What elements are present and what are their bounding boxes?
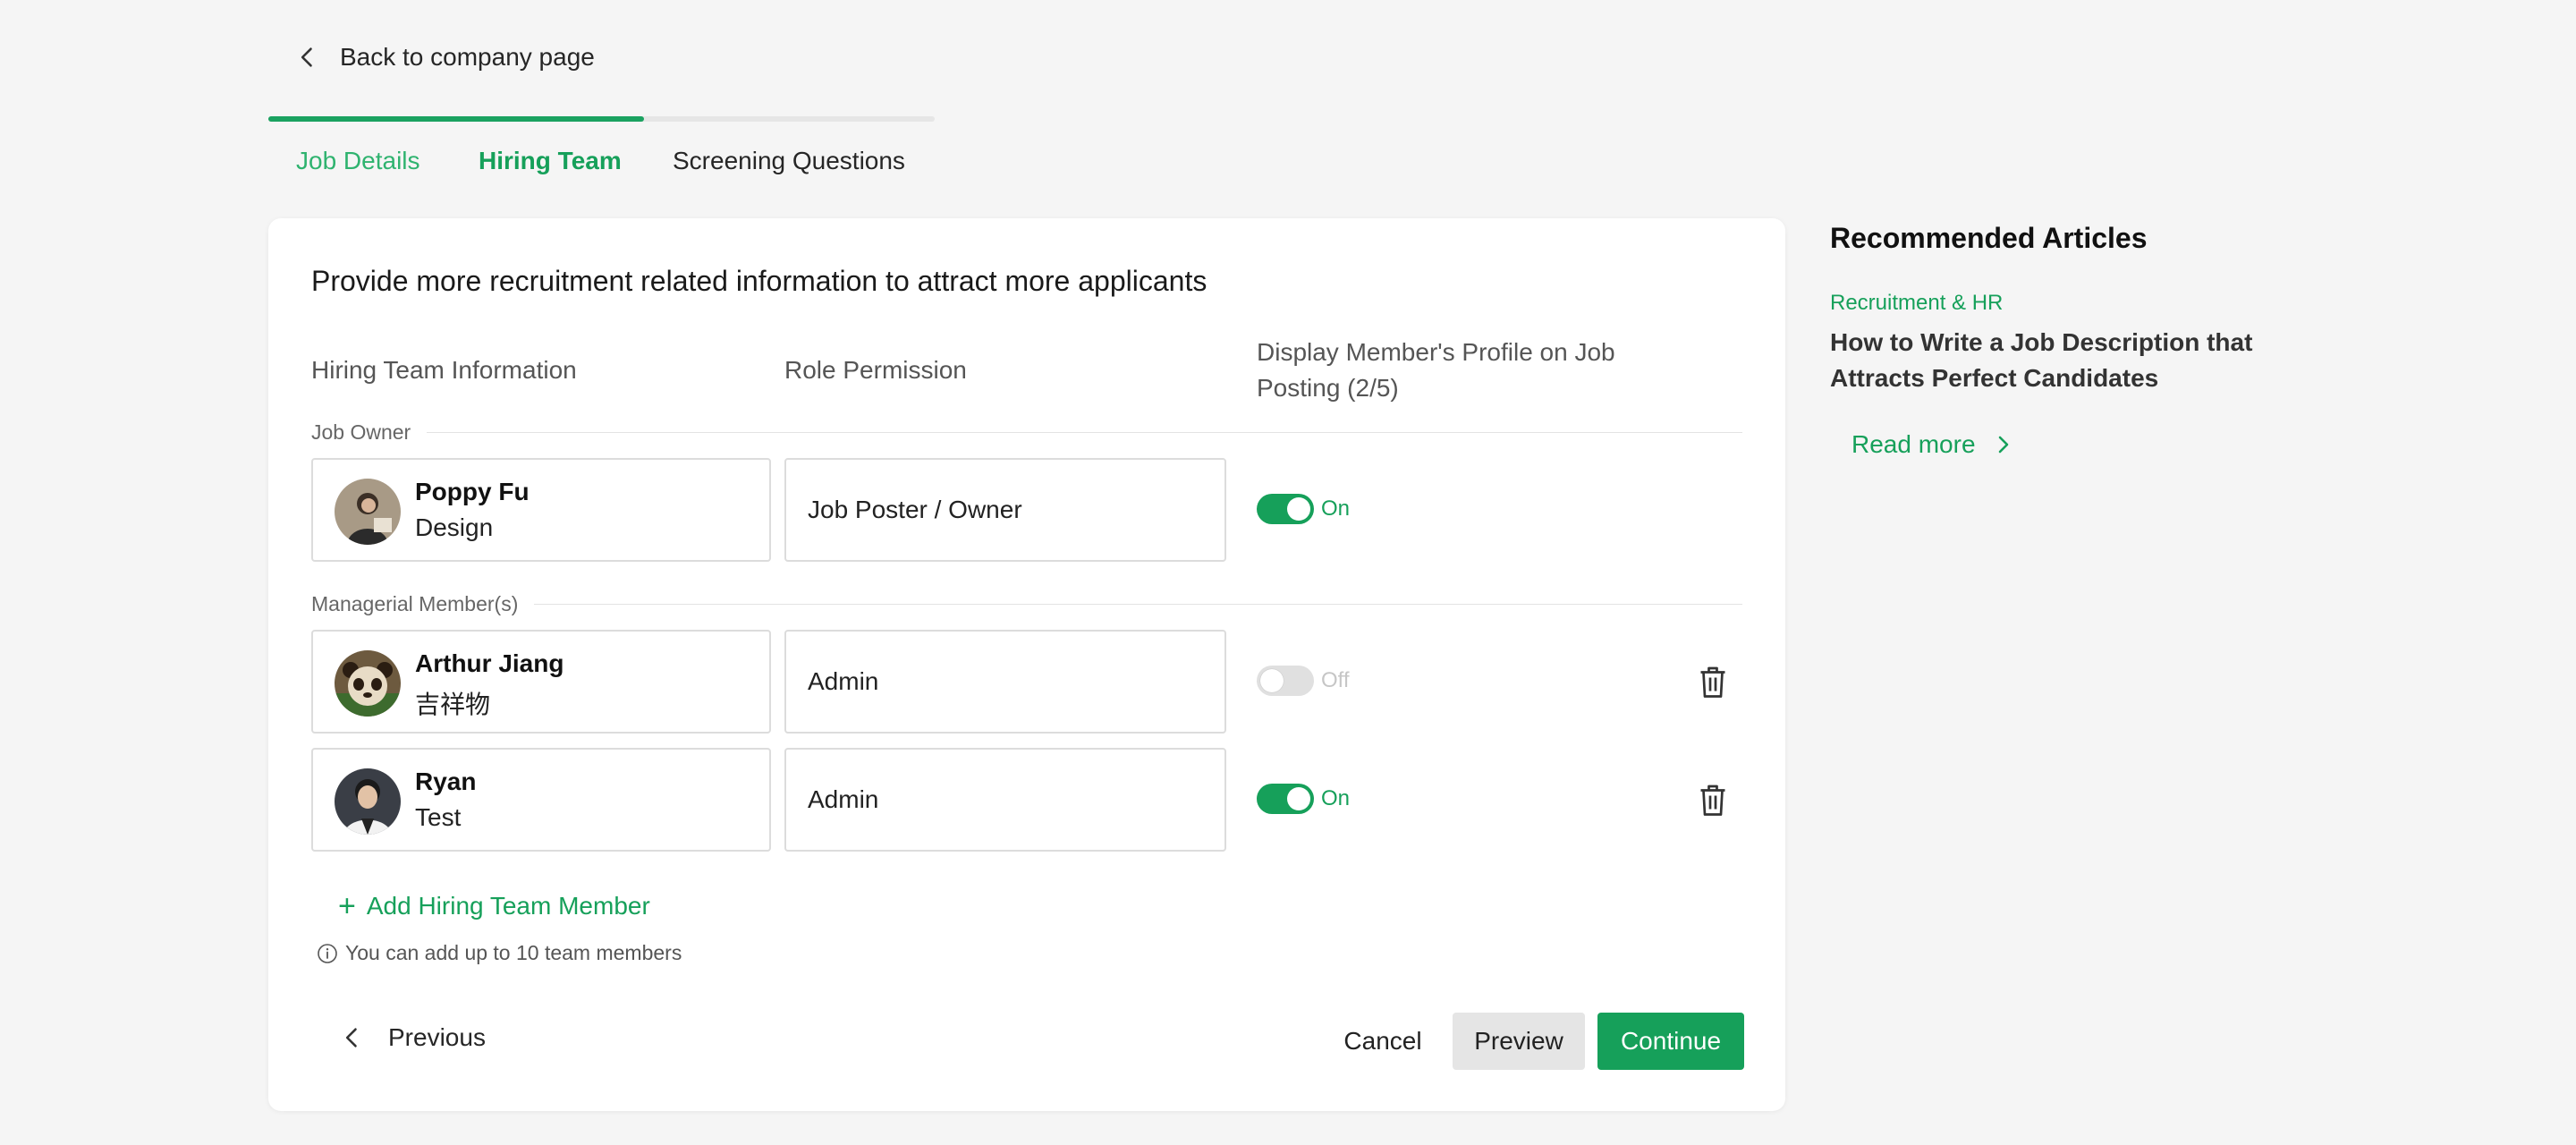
toggle-switch[interactable] [1257, 784, 1314, 814]
trash-icon[interactable] [1697, 664, 1729, 700]
add-hiring-team-member-button[interactable]: + Add Hiring Team Member [338, 891, 650, 921]
job-owner-section-label: Job Owner [311, 420, 1742, 445]
section-divider [534, 604, 1742, 605]
tab-hiring-team[interactable]: Hiring Team [479, 147, 622, 175]
managerial-section-label: Managerial Member(s) [311, 592, 1742, 616]
toggle-label: On [1321, 496, 1351, 521]
member-name: Ryan [415, 768, 477, 795]
member-row: Arthur Jiang 吉祥物 Admin Off [311, 630, 1742, 734]
step-tabs: Job Details Hiring Team Screening Questi… [268, 122, 935, 175]
toggle-switch[interactable] [1257, 666, 1314, 696]
owner-row: Poppy Fu Design Job Poster / Owner On [311, 458, 1742, 562]
tab-screening-questions[interactable]: Screening Questions [673, 147, 905, 175]
avatar [335, 479, 401, 545]
previous-label: Previous [388, 1023, 486, 1051]
article-category[interactable]: Recruitment & HR [1830, 291, 2313, 316]
chevron-left-icon [345, 1028, 357, 1047]
chevron-left-icon [301, 47, 312, 67]
toggle-knob [1260, 669, 1284, 692]
hiring-team-card: Provide more recruitment related informa… [268, 218, 1785, 1111]
owner-member-field[interactable]: Poppy Fu Design [311, 458, 771, 562]
display-profile-toggle[interactable]: Off [1257, 666, 1350, 696]
preview-button[interactable]: Preview [1453, 1013, 1585, 1070]
member-field[interactable]: Arthur Jiang 吉祥物 [311, 630, 771, 734]
column-header-role: Role Permission [784, 356, 967, 384]
display-profile-toggle[interactable]: On [1257, 494, 1350, 524]
member-row: Ryan Test Admin On [311, 748, 1742, 852]
back-to-company-link[interactable]: Back to company page [295, 43, 595, 72]
trash-icon[interactable] [1697, 782, 1729, 818]
recommended-articles-title: Recommended Articles [1830, 222, 2148, 254]
toggle-knob [1287, 787, 1310, 810]
role-permission-field[interactable]: Job Poster / Owner [784, 458, 1226, 562]
display-profile-toggle[interactable]: On [1257, 784, 1350, 814]
back-link-label: Back to company page [340, 43, 595, 71]
toggle-switch[interactable] [1257, 494, 1314, 524]
role-permission-field[interactable]: Admin [784, 630, 1226, 734]
team-limit-hint: You can add up to 10 team members [317, 941, 682, 965]
member-department: Design [415, 513, 494, 541]
column-header-info: Hiring Team Information [311, 356, 577, 384]
avatar [335, 768, 401, 835]
chevron-right-icon [1998, 436, 2008, 454]
plus-icon: + [338, 889, 356, 923]
member-field[interactable]: Ryan Test [311, 748, 771, 852]
member-name: Arthur Jiang [415, 649, 564, 677]
recommended-articles-panel: Recommended Articles Recruitment & HR Ho… [1830, 222, 2313, 459]
form-title: Provide more recruitment related informa… [311, 265, 1208, 297]
article-title[interactable]: How to Write a Job Description that Attr… [1830, 325, 2295, 396]
continue-button[interactable]: Continue [1597, 1013, 1744, 1070]
step-navigation: Job Details Hiring Team Screening Questi… [268, 116, 935, 175]
column-header-display: Display Member's Profile on Job Posting … [1257, 338, 1615, 402]
previous-button[interactable]: Previous [340, 1023, 486, 1052]
job-owner-label: Job Owner [311, 420, 411, 444]
role-permission-field[interactable]: Admin [784, 748, 1226, 852]
add-member-label: Add Hiring Team Member [366, 892, 650, 920]
member-department: 吉祥物 [415, 691, 491, 718]
member-name: Poppy Fu [415, 478, 530, 505]
toggle-label: On [1321, 786, 1351, 810]
cancel-button[interactable]: Cancel [1338, 1013, 1428, 1070]
tab-job-details[interactable]: Job Details [296, 147, 420, 175]
managerial-label: Managerial Member(s) [311, 592, 519, 615]
read-more-label: Read more [1852, 430, 1976, 458]
member-department: Test [415, 803, 462, 831]
info-icon [318, 943, 337, 963]
read-more-link[interactable]: Read more [1852, 430, 2313, 459]
toggle-knob [1287, 497, 1310, 521]
section-divider [427, 432, 1742, 433]
hint-text: You can add up to 10 team members [345, 941, 682, 964]
avatar [335, 650, 401, 717]
toggle-label: Off [1321, 668, 1350, 692]
